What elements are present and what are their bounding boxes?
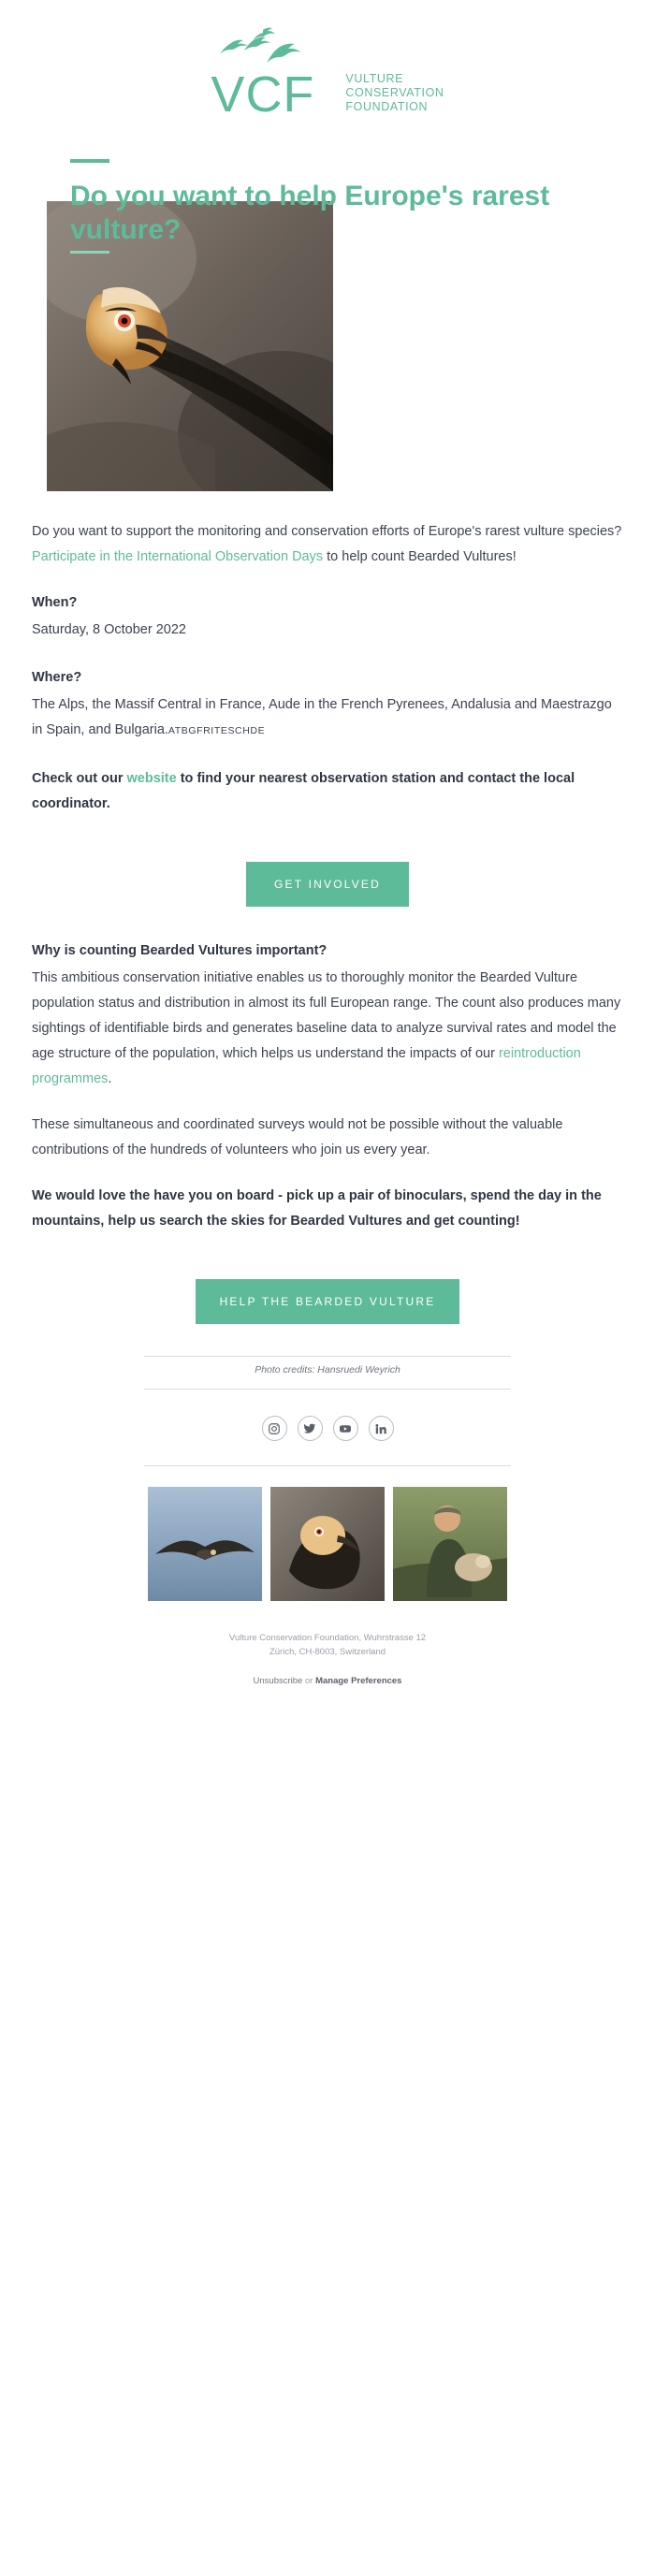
closing-bold-text: We would love the have you on board - pi… [32, 1188, 602, 1229]
footer-photo-conservationist [393, 1487, 507, 1601]
help-bearded-vulture-button[interactable]: HELP THE BEARDED VULTURE [195, 1279, 460, 1324]
headline-rule-bottom [70, 251, 109, 254]
footer-photo-bearded-vulture [270, 1487, 385, 1601]
headline-rule-top [70, 159, 109, 163]
secondary-cta-row: HELP THE BEARDED VULTURE [32, 1255, 623, 1356]
vcf-logo[interactable]: VCF VULTURE CONSERVATION FOUNDATION [211, 26, 444, 120]
unsub-separator: or [302, 1676, 316, 1686]
observation-days-link[interactable]: Participate in the International Observa… [32, 549, 323, 564]
where-heading: Where? [32, 670, 82, 685]
email-body: VCF VULTURE CONSERVATION FOUNDATION Do y… [0, 0, 655, 1705]
linkedin-icon[interactable] [368, 1416, 394, 1441]
where-value: The Alps, the Massif Central in France, … [32, 692, 623, 744]
logo-mark: VCF [211, 26, 332, 120]
footer-address: Vulture Conservation Foundation, Wuhrstr… [32, 1620, 623, 1663]
why-heading: Why is counting Bearded Vultures importa… [32, 943, 328, 958]
flying-vultures-icon [220, 27, 302, 63]
email-content: Do you want to support the monitoring an… [0, 491, 655, 1705]
logo-wordmark: VULTURE CONSERVATION FOUNDATION [345, 72, 444, 113]
footer-unsubscribe: Unsubscribe or Manage Preferences [32, 1663, 623, 1705]
why-text-2: . [108, 1071, 112, 1086]
check-text-1: Check out our [32, 771, 127, 786]
footer-photo-row [32, 1466, 623, 1620]
why-paragraph-3: We would love the have you on board - pi… [32, 1184, 623, 1234]
get-involved-button[interactable]: GET INVOLVED [246, 862, 409, 907]
address-line-2: Zürich, CH-8003, Switzerland [269, 1647, 386, 1657]
manage-preferences-link[interactable]: Manage Preferences [315, 1676, 401, 1686]
lead-text-2: to help count Bearded Vultures! [323, 549, 517, 564]
where-text: The Alps, the Massif Central in France, … [32, 697, 612, 737]
when-heading: When? [32, 595, 78, 610]
primary-cta-row: GET INVOLVED [32, 837, 623, 939]
why-paragraph-2: These simultaneous and coordinated surve… [32, 1117, 563, 1157]
website-paragraph: Check out our website to find your neare… [32, 766, 623, 817]
country-codes: ATBGFRITESCHDE [167, 725, 266, 736]
logo-initials: VCF [211, 66, 315, 123]
social-links [32, 1390, 623, 1465]
footer-photo-vulture-flight [148, 1487, 262, 1601]
address-line-1: Vulture Conservation Foundation, Wuhrstr… [228, 1633, 427, 1643]
when-value: Saturday, 8 October 2022 [32, 622, 186, 637]
unsubscribe-link[interactable]: Unsubscribe [254, 1676, 303, 1686]
twitter-icon[interactable] [297, 1416, 323, 1441]
why-paragraph-1: This ambitious conservation initiative e… [32, 966, 623, 1092]
page-title: Do you want to help Europe's rarest vult… [70, 181, 550, 245]
when-block: When? Saturday, 8 October 2022 [32, 590, 623, 643]
lead-text-1: Do you want to support the monitoring an… [32, 524, 622, 539]
email-header: VCF VULTURE CONSERVATION FOUNDATION [0, 0, 655, 137]
where-block: Where? The Alps, the Massif Central in F… [32, 665, 623, 744]
website-link[interactable]: website [127, 771, 177, 786]
lead-paragraph: Do you want to support the monitoring an… [32, 519, 623, 570]
hero-section: Do you want to help Europe's rarest vult… [0, 159, 655, 491]
youtube-icon[interactable] [332, 1416, 358, 1441]
instagram-icon[interactable] [261, 1416, 287, 1441]
photo-credit: Photo credits: Hansruedi Weyrich [255, 1364, 400, 1375]
